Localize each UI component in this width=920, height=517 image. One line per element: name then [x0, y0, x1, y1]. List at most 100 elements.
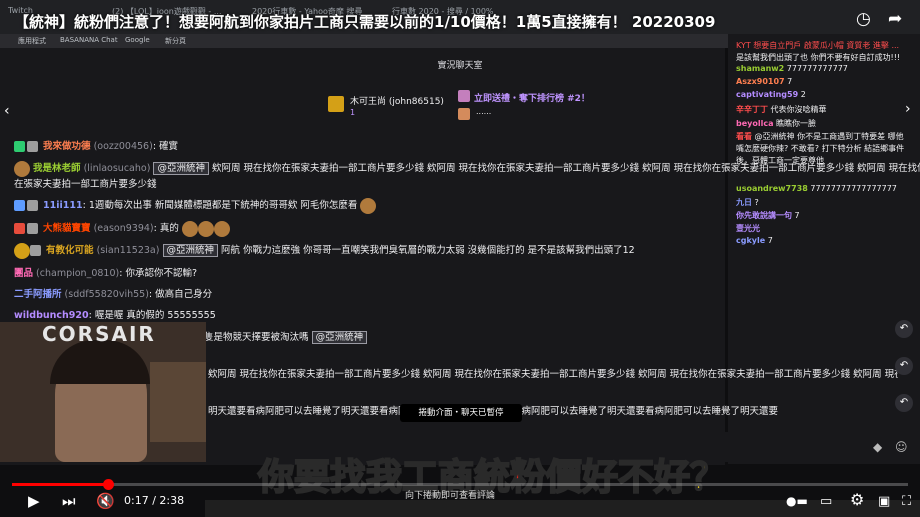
subtitles-icon[interactable]: ▭: [820, 494, 832, 509]
share-icon[interactable]: ➦: [888, 11, 902, 28]
emote-icon: [181, 220, 198, 237]
badge-icon: [27, 141, 38, 152]
chat-username[interactable]: 二手阿播所: [14, 289, 62, 300]
emote-picker-icon[interactable]: ☺: [895, 440, 908, 454]
chat-username[interactable]: 你先敢說講一句: [736, 211, 792, 220]
bookmark-item[interactable]: 應用程式: [18, 36, 46, 46]
fullscreen-icon[interactable]: ⛶: [902, 494, 911, 509]
bookmark-item[interactable]: 新分頁: [165, 36, 186, 46]
chat-username[interactable]: captivating59: [736, 90, 798, 99]
chat-message: 欸阿周 現在找你在張家夫妻拍一部工商片要多少錢 欸阿周 現在找你在張家夫妻拍一部…: [208, 369, 898, 380]
bookmark-item[interactable]: Google: [125, 36, 150, 44]
chat-handle: (oozz00456): [93, 141, 153, 152]
side-chat-message: shamanw2 777777777777: [736, 64, 848, 73]
chat-message: 11ii111: 1週動每次出事 新聞媒體標題都是下統神的哥哥欸 阿毛你怎麼看: [14, 197, 377, 214]
side-chat-message: 是該幫我們出頭了也 你們不要有好自訂成功!!!: [736, 53, 901, 62]
mention-chip[interactable]: @亞洲統神: [162, 244, 219, 257]
reply-icon[interactable]: ↶: [895, 357, 913, 375]
gift-box-icon: [458, 108, 470, 120]
chat-text: ?: [754, 198, 759, 207]
autoplay-toggle-icon[interactable]: ●▬: [786, 494, 808, 509]
chat-username[interactable]: 我是林老師: [33, 163, 81, 174]
play-icon[interactable]: ▶: [28, 494, 40, 509]
reply-icon[interactable]: ↶: [895, 320, 913, 338]
chat-username[interactable]: 有教化可能: [46, 245, 94, 256]
side-chat-message: Aszx90107 7: [736, 77, 792, 86]
bookmark-item[interactable]: BASANANA Chat: [60, 36, 118, 44]
avatar-emote-icon: [14, 242, 30, 259]
miniplayer-icon[interactable]: ▣: [878, 494, 890, 509]
mute-icon[interactable]: 🔇: [96, 494, 115, 509]
chat-text: 77777777777777777: [810, 184, 897, 193]
chat-text: : 1週動每次出事 新聞媒體標題都是下統神的哥哥欸 阿毛你怎麼看: [82, 200, 358, 211]
chat-username[interactable]: 團品: [14, 268, 33, 279]
streamer-hair: [50, 340, 150, 384]
chat-text: 7: [767, 236, 773, 245]
chat-username[interactable]: 看看: [736, 132, 752, 141]
chat-text: 7: [787, 77, 793, 86]
gift-more: ......: [476, 107, 492, 116]
chat-username[interactable]: 辛辛丁丁: [736, 105, 768, 114]
chevron-left-icon[interactable]: ‹: [4, 104, 10, 119]
time-total: 2:38: [159, 494, 185, 507]
chat-text: 瞧瞧你一臉: [776, 119, 817, 128]
emote-icon: [197, 220, 214, 237]
chat-username[interactable]: beyollca: [736, 119, 774, 128]
badge-icon: [27, 223, 38, 234]
side-chat-message: 你先敢說講一句 7: [736, 210, 800, 221]
chat-username[interactable]: 11ii111: [43, 200, 83, 211]
chat-text: 2: [800, 90, 806, 99]
chat-message: 我來做功德 (oozz00456): 確實: [14, 138, 178, 152]
chat-username[interactable]: 大熊貓寶寶: [43, 223, 91, 234]
badge-icon: [14, 223, 25, 234]
chat-message: 大熊貓寶寶 (eason9394): 真的: [14, 220, 230, 237]
emote-icon: [213, 220, 230, 237]
progress-scrubber[interactable]: [102, 479, 114, 490]
corsair-logo: CORSAIR: [42, 322, 156, 346]
side-chat-message: usoandrew7738 77777777777777777: [736, 184, 897, 193]
avatar-emote-icon: [14, 160, 30, 177]
chat-username[interactable]: usoandrew7738: [736, 184, 808, 193]
next-icon[interactable]: ⏭: [62, 494, 76, 509]
chat-text: : 真的: [153, 223, 179, 234]
chat-text: 代表你沒唸精華: [770, 105, 827, 114]
chat-username[interactable]: 壹光光: [736, 224, 760, 233]
chat-handle: (champion_0810): [36, 268, 120, 279]
chat-text: 7: [794, 211, 800, 220]
mention-chip[interactable]: @亞洲統神: [153, 162, 209, 175]
chat-username[interactable]: wildbunch920: [14, 310, 89, 321]
gift-cta-link[interactable]: 立即送禮・奪下排行榜 #2！: [474, 91, 590, 104]
badge-icon: [14, 200, 25, 211]
mention-chip[interactable]: @亞洲統神: [311, 331, 368, 344]
chat-username[interactable]: cgkyle: [736, 236, 765, 245]
chat-paused-indicator[interactable]: 捲動介面・聊天已暫停: [400, 404, 522, 422]
gift-leaderboard: 木可王尚 (john86515) 1 立即送禮・奪下排行榜 #2！ ......: [0, 82, 920, 122]
gift-count: 1: [350, 108, 356, 117]
clock-icon[interactable]: ◷: [856, 11, 871, 28]
side-chat-message: 看看 @亞洲統神 你不是工商遇到丁特要差 哪他嘴怎麼硬你辣? 不敢看? 打下特分…: [736, 131, 911, 167]
side-chat-message: captivating59 2: [736, 90, 806, 99]
reply-icon[interactable]: ↶: [895, 394, 913, 412]
chat-username[interactable]: shamanw2: [736, 64, 784, 73]
os-taskbar: [205, 500, 920, 517]
chat-text: : 確實: [152, 141, 179, 152]
chat-text: : 喔是喔 真的假的 55555555: [88, 310, 216, 321]
time-current: 0:17: [124, 494, 149, 507]
bits-icon[interactable]: ◆: [873, 440, 882, 454]
chat-handle: (linlaosucaho): [83, 163, 151, 174]
chat-handle: (eason9394): [93, 223, 154, 234]
chat-username[interactable]: Aszx90107: [736, 77, 785, 86]
chat-username[interactable]: 我來做功德: [43, 141, 91, 152]
progress-bar[interactable]: [12, 483, 908, 486]
chat-username[interactable]: 九日: [736, 198, 752, 207]
chat-message: 二手阿播所 (sddf55820vih55): 做高自己身分: [14, 286, 212, 300]
progress-played: [12, 483, 108, 486]
side-chat-message: cgkyle 7: [736, 236, 773, 245]
video-title: 【統神】統粉們注意了！想要阿航到你家拍片工商只需要以前的1/10價格！1萬5直接…: [14, 13, 716, 31]
chat-handle: (sian11523a): [96, 245, 160, 256]
chat-text: : 做高自己身分: [148, 289, 213, 300]
gear-icon[interactable]: ⚙: [850, 492, 864, 508]
chat-text: 阿航 你戰力這麼強 你哥哥一直嘲笑我們臭氧層的戰力太弱 沒幾個能打的 是不是該幫…: [221, 245, 635, 256]
chat-message: 有教化可能 (sian11523a) @亞洲統神 阿航 你戰力這麼強 你哥哥一直…: [14, 242, 635, 259]
chevron-right-icon[interactable]: ›: [905, 102, 911, 117]
